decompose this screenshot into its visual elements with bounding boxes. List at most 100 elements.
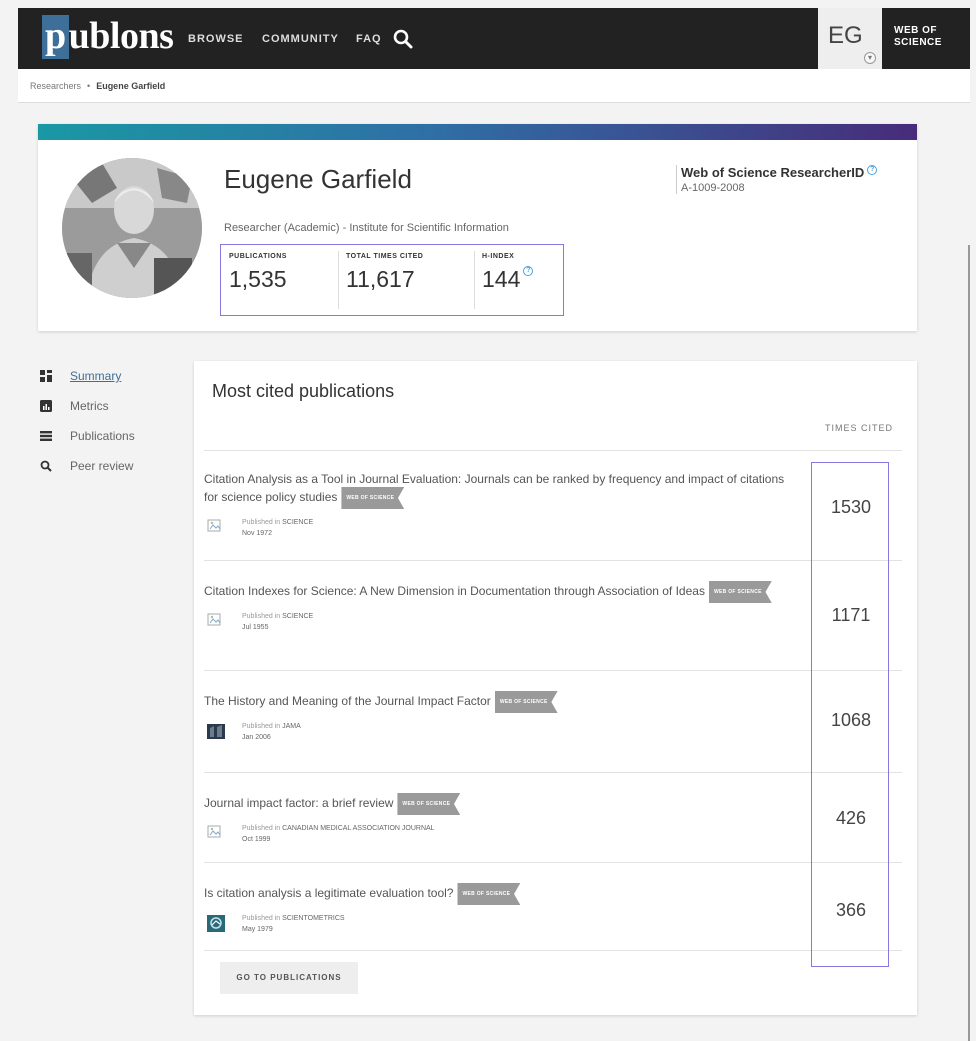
divider: [474, 251, 475, 309]
divider: [204, 670, 902, 671]
metric-publications: PUBLICATIONS 1,535: [229, 253, 287, 293]
publication-item: Citation Analysis as a Tool in Journal E…: [204, 471, 794, 543]
journal-name[interactable]: JAMA: [282, 723, 301, 730]
wos-badge: WEB OF SCIENCE: [457, 883, 521, 905]
metric-h-index: H-INDEX 144?: [482, 253, 534, 293]
publons-logo[interactable]: publons: [42, 14, 174, 59]
publication-journal: Published in JAMA Jan 2006: [242, 721, 301, 743]
breadcrumb: Researchers • Eugene Garfield: [30, 81, 165, 91]
publication-title: Is citation analysis a legitimate evalua…: [204, 883, 794, 905]
publication-item: Is citation analysis a legitimate evalua…: [204, 883, 794, 939]
most-cited-card: Most cited publications TIMES CITED Cita…: [194, 361, 917, 1015]
user-menu[interactable]: EG ▾: [818, 8, 882, 69]
sidebar-item-publications[interactable]: Publications: [40, 428, 170, 448]
publication-date: Jul 1955: [242, 624, 269, 631]
publication-title-link[interactable]: Journal impact factor: a brief review: [204, 796, 393, 810]
journal-name[interactable]: SCIENTOMETRICS: [282, 915, 345, 922]
metric-value: 1,535: [229, 266, 287, 292]
journal-name[interactable]: CANADIAN MEDICAL ASSOCIATION JOURNAL: [282, 825, 434, 832]
breadcrumb-researchers[interactable]: Researchers: [30, 81, 81, 91]
publication-item: Journal impact factor: a brief review WEB…: [204, 793, 794, 849]
broken-image-icon: [207, 613, 221, 626]
publications-icon: [40, 431, 52, 441]
publication-date: May 1979: [242, 926, 273, 933]
researcher-id-value: A-1009-2008: [681, 182, 745, 194]
divider: [204, 560, 902, 561]
published-in-label: Published in: [242, 519, 281, 526]
metric-value: 11,617: [346, 266, 415, 292]
sidebar-item-metrics[interactable]: Metrics: [40, 398, 170, 418]
divider: [204, 862, 902, 863]
times-cited-value: 426: [835, 808, 867, 828]
sidebar-item-label: Peer review: [70, 459, 134, 473]
publication-item: Citation Indexes for Science: A New Dime…: [204, 581, 794, 637]
search-icon: [40, 460, 52, 472]
publication-date: Jan 2006: [242, 734, 271, 741]
broken-image-icon: [207, 825, 221, 838]
times-cited-header: TIMES CITED: [824, 423, 893, 433]
avatar: [62, 158, 202, 298]
publication-title-link[interactable]: Citation Analysis as a Tool in Journal E…: [204, 472, 784, 504]
profile-card: Eugene Garfield Researcher (Academic) - …: [38, 124, 917, 331]
publication-meta: Published in SCIENTOMETRICS May 1979: [204, 913, 794, 939]
breadcrumb-separator-icon: •: [87, 81, 91, 91]
h-index-value: 144: [482, 266, 521, 292]
sidebar-item-label: Publications: [70, 429, 135, 443]
times-cited-column: 1530 1171 1068 426 366: [811, 462, 889, 967]
times-cited-value: 1530: [830, 497, 872, 517]
wos-badge: WEB OF SCIENCE: [494, 691, 558, 713]
publication-journal: Published in SCIENCE Nov 1972: [242, 517, 313, 539]
publication-meta: Published in SCIENCE Jul 1955: [204, 611, 794, 637]
summary-icon: [40, 370, 52, 382]
published-in-label: Published in: [242, 915, 281, 922]
wos-badge: WEB OF SCIENCE: [397, 793, 461, 815]
published-in-label: Published in: [242, 613, 281, 620]
times-cited-value: 366: [835, 900, 867, 920]
scientometrics-logo-icon: [207, 915, 225, 932]
top-nav: publons BROWSE COMMUNITY FAQ EG ▾ WEB OF…: [18, 8, 970, 69]
publication-date: Nov 1972: [242, 530, 272, 537]
journal-name[interactable]: SCIENCE: [282, 613, 313, 620]
help-icon[interactable]: ?: [523, 266, 534, 276]
divider: [338, 251, 339, 309]
journal-name[interactable]: SCIENCE: [282, 519, 313, 526]
publication-title: The History and Meaning of the Journal I…: [204, 691, 794, 713]
go-to-publications-button[interactable]: GO TO PUBLICATIONS: [220, 962, 358, 994]
publication-journal: Published in SCIENTOMETRICS May 1979: [242, 913, 345, 935]
publication-title: Citation Indexes for Science: A New Dime…: [204, 581, 794, 603]
publication-date: Oct 1999: [242, 836, 271, 843]
section-title: Most cited publications: [212, 381, 395, 401]
sidebar-item-summary[interactable]: Summary: [40, 368, 170, 388]
sidebar-item-peer-review[interactable]: Peer review: [40, 458, 170, 478]
times-cited-value: 1068: [830, 710, 872, 730]
publication-title: Citation Analysis as a Tool in Journal E…: [204, 471, 794, 509]
metric-times-cited: TOTAL TIMES CITED 11,617: [346, 253, 423, 293]
metric-label: TOTAL TIMES CITED: [346, 253, 424, 260]
publication-title-link[interactable]: Is citation analysis a legitimate evalua…: [204, 886, 453, 900]
publication-journal: Published in SCIENCE Jul 1955: [242, 611, 313, 633]
broken-image-icon: [207, 519, 221, 532]
search-icon[interactable]: [392, 28, 414, 50]
publication-meta: Published in JAMA Jan 2006: [204, 721, 794, 747]
help-icon[interactable]: ?: [867, 165, 878, 175]
metric-label: H-INDEX: [482, 253, 515, 260]
breadcrumb-bar: Researchers • Eugene Garfield: [18, 69, 970, 103]
publication-title-link[interactable]: The History and Meaning of the Journal I…: [204, 694, 491, 708]
metrics-summary: PUBLICATIONS 1,535 TOTAL TIMES CITED 11,…: [220, 244, 564, 316]
published-in-label: Published in: [242, 825, 281, 832]
user-initials: EG: [828, 22, 863, 49]
nav-faq[interactable]: FAQ: [356, 33, 382, 45]
nav-community[interactable]: COMMUNITY: [262, 33, 339, 45]
researcher-name: Eugene Garfield: [224, 164, 412, 194]
publication-item: The History and Meaning of the Journal I…: [204, 691, 794, 747]
publication-meta: Published in SCIENCE Nov 1972: [204, 517, 794, 543]
publication-title-link[interactable]: Citation Indexes for Science: A New Dime…: [204, 584, 705, 598]
metrics-icon: [40, 400, 52, 412]
researcher-affiliation: Researcher (Academic) - Institute for Sc…: [224, 222, 509, 234]
page-edge-divider: [968, 245, 970, 1041]
publication-meta: Published in CANADIAN MEDICAL ASSOCIATIO…: [204, 823, 794, 849]
sidebar-item-label: Summary: [70, 369, 122, 383]
web-of-science-link[interactable]: WEB OF SCIENCE: [894, 25, 964, 49]
nav-browse[interactable]: BROWSE: [188, 33, 244, 45]
divider: [204, 950, 902, 951]
